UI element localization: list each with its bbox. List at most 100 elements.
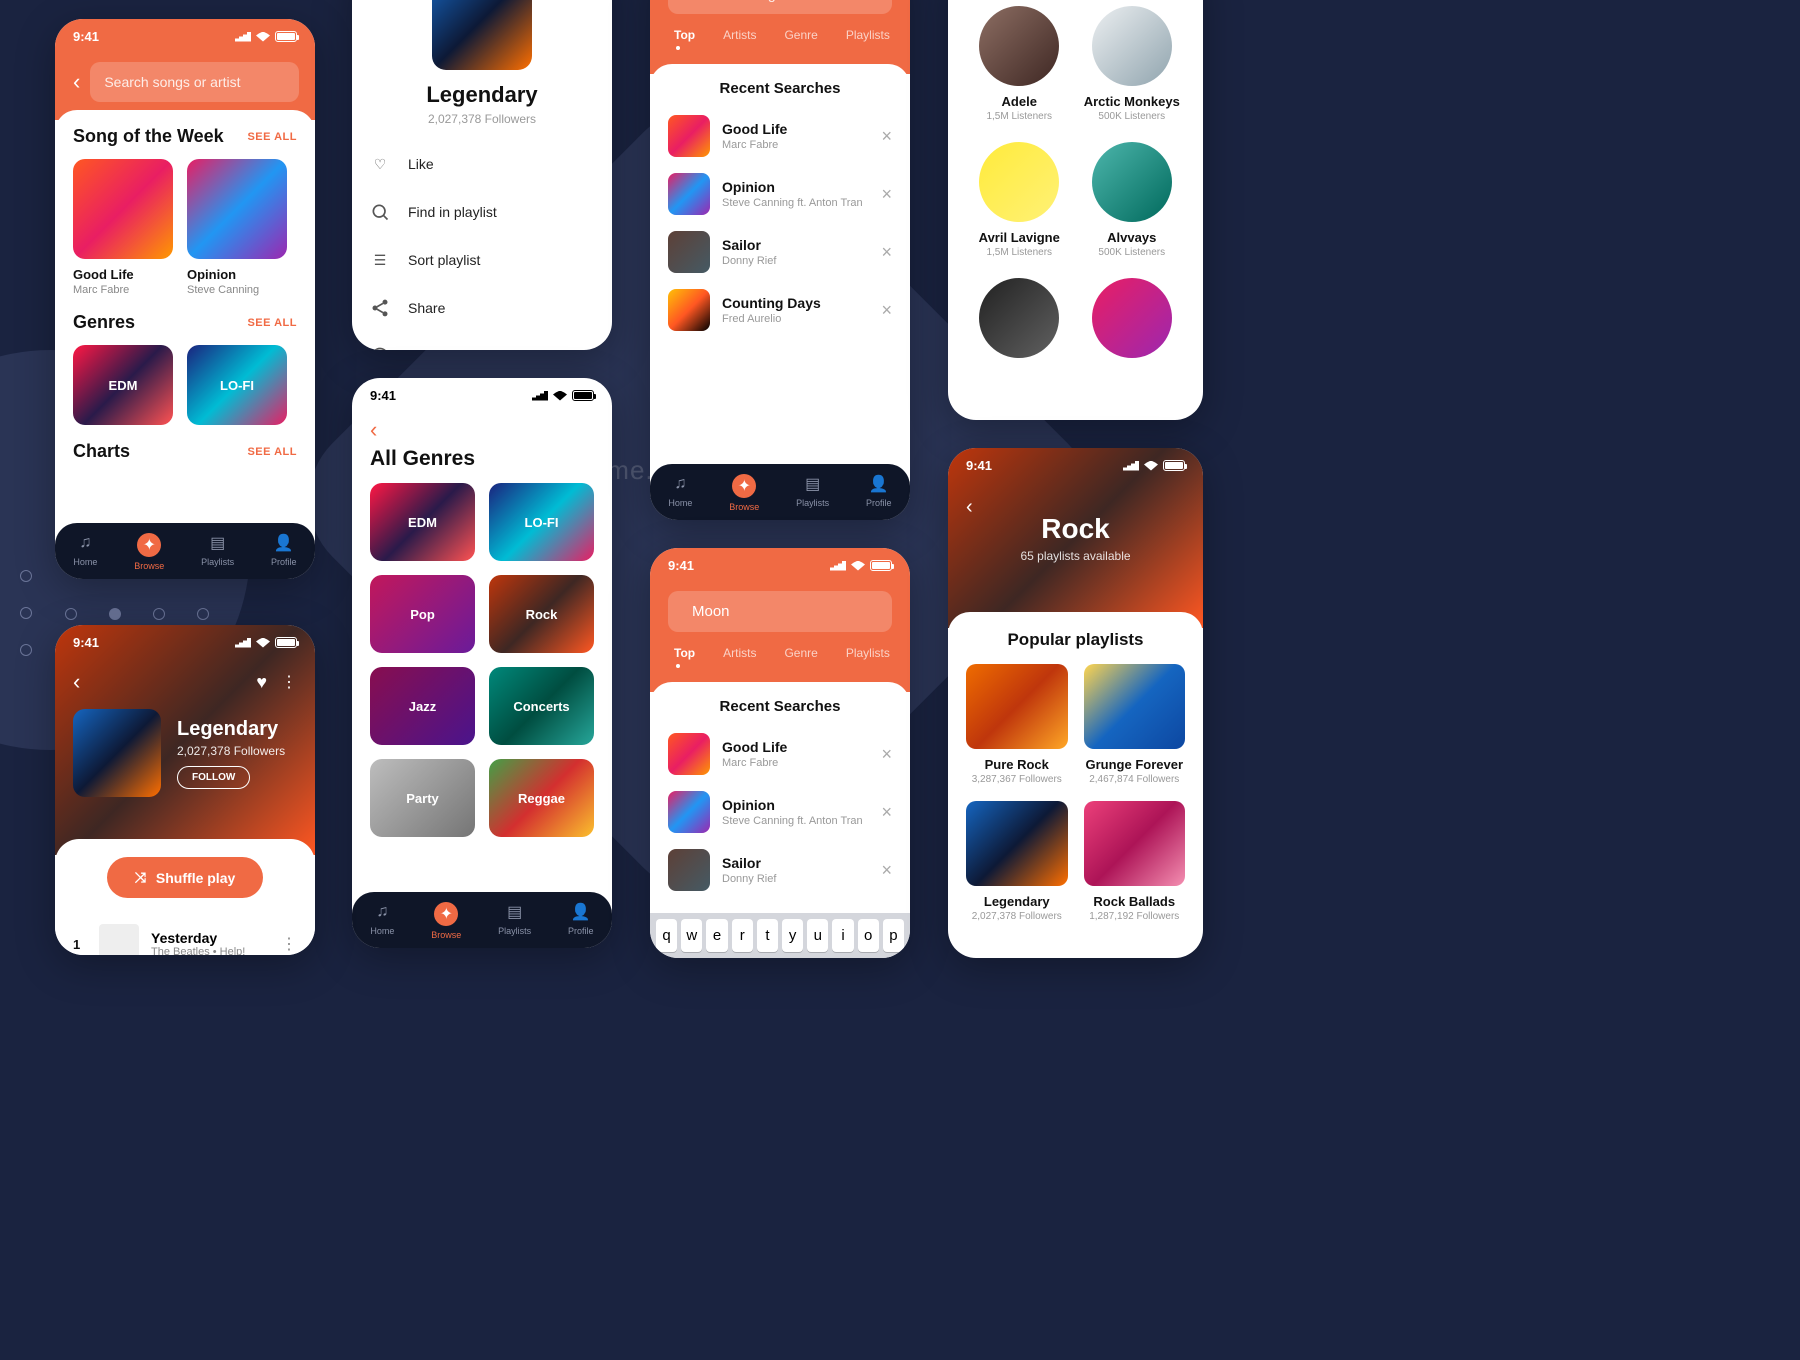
search-input[interactable] xyxy=(692,603,891,620)
genre-tile[interactable]: Reggae xyxy=(489,759,594,837)
status-bar: 9:41 xyxy=(650,548,910,583)
nav-home[interactable]: ♫Home xyxy=(73,533,97,571)
recent-item[interactable]: Good LifeMarc Fabre× xyxy=(650,107,910,165)
search-box[interactable] xyxy=(668,0,892,14)
genre-tile[interactable]: Concerts xyxy=(489,667,594,745)
result-item[interactable]: Adele1,5M Listeners xyxy=(968,6,1071,122)
genre-tile[interactable]: LO-FI xyxy=(187,345,287,425)
bottom-nav: ♫Home ✦Browse ▤Playlists 👤Profile xyxy=(352,892,612,948)
tab-top[interactable]: Top xyxy=(674,28,695,42)
result-item[interactable]: Arctic Monkeys500K Listeners xyxy=(1081,6,1184,122)
recent-item[interactable]: OpinionSteve Canning ft. Anton Tran× xyxy=(650,783,910,841)
nav-profile[interactable]: 👤Profile xyxy=(271,533,297,571)
result-item[interactable]: Alvvays500K Listeners xyxy=(1081,142,1184,258)
recent-item[interactable]: Good LifeMarc Fabre× xyxy=(650,725,910,783)
more-icon[interactable]: ⋮ xyxy=(281,934,297,954)
search-input[interactable] xyxy=(697,0,878,2)
tab-playlists[interactable]: Playlists xyxy=(846,646,890,660)
result-item[interactable] xyxy=(1081,278,1184,366)
playlist-item[interactable]: Grunge Forever2,467,874 Followers xyxy=(1084,664,1186,785)
song-card[interactable]: OpinionSteve Canning xyxy=(187,159,287,296)
remove-icon[interactable]: × xyxy=(881,744,892,765)
remove-icon[interactable]: × xyxy=(881,242,892,263)
song-card[interactable]: Good LifeMarc Fabre xyxy=(73,159,173,296)
key[interactable]: e xyxy=(706,919,727,952)
tab-playlists[interactable]: Playlists xyxy=(846,28,890,42)
recent-item[interactable]: SailorDonny Rief× xyxy=(650,223,910,281)
genre-tile[interactable]: Rock xyxy=(489,575,594,653)
genre-tile[interactable]: LO-FI xyxy=(489,483,594,561)
nav-home[interactable]: ♫Home xyxy=(370,902,394,940)
recent-item[interactable]: Counting DaysFred Aurelio× xyxy=(650,281,910,339)
shuffle-button[interactable]: ⤨ Shuffle play xyxy=(107,857,264,898)
recent-item[interactable]: OpinionSteve Canning ft. Anton Tran× xyxy=(650,165,910,223)
key[interactable]: p xyxy=(883,919,904,952)
nav-browse[interactable]: ✦Browse xyxy=(431,902,461,940)
back-button[interactable]: ‹ xyxy=(73,669,80,695)
keyboard[interactable]: qwertyuiop xyxy=(650,913,910,958)
track-row[interactable]: 1 YesterdayThe Beatles • Help! ⋮ xyxy=(55,916,315,955)
playlist-title: Legendary xyxy=(352,82,612,108)
menu-about[interactable]: ?About xyxy=(362,332,602,350)
nav-profile[interactable]: 👤Profile xyxy=(866,474,892,512)
genre-tile[interactable]: Pop xyxy=(370,575,475,653)
search-box[interactable] xyxy=(668,591,892,632)
key[interactable]: t xyxy=(757,919,778,952)
section-title: Song of the Week xyxy=(73,126,224,147)
tab-artists[interactable]: Artists xyxy=(723,28,756,42)
result-item[interactable] xyxy=(968,278,1071,366)
result-item[interactable]: Avril Lavigne1,5M Listeners xyxy=(968,142,1071,258)
see-all-link[interactable]: SEE ALL xyxy=(247,317,297,329)
genre-title: Rock xyxy=(1041,513,1109,545)
tab-genre[interactable]: Genre xyxy=(784,28,817,42)
key[interactable]: i xyxy=(832,919,853,952)
playlist-item[interactable]: Rock Ballads1,287,192 Followers xyxy=(1084,801,1186,922)
recent-item[interactable]: SailorDonny Rief× xyxy=(650,841,910,899)
remove-icon[interactable]: × xyxy=(881,802,892,823)
follow-button[interactable]: FOLLOW xyxy=(177,766,250,789)
key[interactable]: y xyxy=(782,919,803,952)
nav-browse[interactable]: ✦Browse xyxy=(134,533,164,571)
screen-browse: 9:41 ‹ Song of the Week SEE ALL Good Lif… xyxy=(55,19,315,579)
nav-playlists[interactable]: ▤Playlists xyxy=(201,533,234,571)
search-input[interactable] xyxy=(104,74,285,90)
tab-genre[interactable]: Genre xyxy=(784,646,817,660)
key[interactable]: o xyxy=(858,919,879,952)
remove-icon[interactable]: × xyxy=(881,126,892,147)
key[interactable]: r xyxy=(732,919,753,952)
search-box[interactable] xyxy=(90,62,299,102)
menu-find[interactable]: Find in playlist xyxy=(362,188,602,236)
key[interactable]: u xyxy=(807,919,828,952)
playlist-item[interactable]: Pure Rock3,287,367 Followers xyxy=(966,664,1068,785)
see-all-link[interactable]: SEE ALL xyxy=(247,131,297,143)
profile-icon: 👤 xyxy=(274,533,294,553)
genre-tile[interactable]: Party xyxy=(370,759,475,837)
back-button[interactable]: ‹ xyxy=(370,417,377,442)
genre-tile[interactable]: EDM xyxy=(370,483,475,561)
heart-icon[interactable]: ♥ xyxy=(256,672,267,693)
tab-top[interactable]: Top xyxy=(674,646,695,660)
remove-icon[interactable]: × xyxy=(881,184,892,205)
key[interactable]: w xyxy=(681,919,702,952)
tab-artists[interactable]: Artists xyxy=(723,646,756,660)
shuffle-icon: ⤨ xyxy=(135,869,146,886)
nav-profile[interactable]: 👤Profile xyxy=(568,902,594,940)
genre-tile[interactable]: Jazz xyxy=(370,667,475,745)
remove-icon[interactable]: × xyxy=(881,300,892,321)
menu-share[interactable]: Share xyxy=(362,284,602,332)
nav-home[interactable]: ♫Home xyxy=(668,474,692,512)
remove-icon[interactable]: × xyxy=(881,860,892,881)
genre-tile[interactable]: EDM xyxy=(73,345,173,425)
key[interactable]: q xyxy=(656,919,677,952)
nav-playlists[interactable]: ▤Playlists xyxy=(796,474,829,512)
menu-like[interactable]: ♡Like xyxy=(362,140,602,188)
nav-browse[interactable]: ✦Browse xyxy=(729,474,759,512)
menu-sort[interactable]: ☰Sort playlist xyxy=(362,236,602,284)
nav-playlists[interactable]: ▤Playlists xyxy=(498,902,531,940)
back-button[interactable]: ‹ xyxy=(966,496,973,519)
more-icon[interactable]: ⋮ xyxy=(281,672,297,692)
playlist-item[interactable]: Legendary2,027,378 Followers xyxy=(966,801,1068,922)
see-all-link[interactable]: SEE ALL xyxy=(247,446,297,458)
back-button[interactable]: ‹ xyxy=(73,69,80,95)
search-icon xyxy=(370,202,390,222)
